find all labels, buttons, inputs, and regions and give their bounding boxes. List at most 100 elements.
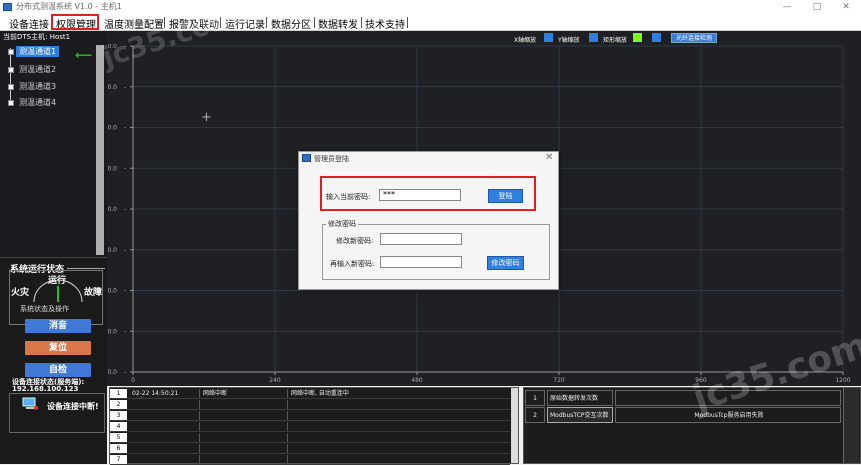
log-time xyxy=(132,455,200,464)
y-tick-label: 70.0 xyxy=(107,84,117,91)
checkbox-icon[interactable] xyxy=(8,83,14,90)
y-tick-label: 20.0 xyxy=(107,288,117,295)
rect-zoom-toggle[interactable] xyxy=(633,33,642,42)
channel-scrollbar[interactable] xyxy=(96,45,104,255)
y-tick-dash: - xyxy=(124,125,126,132)
channel-item-2[interactable]: 测温通道2 xyxy=(8,64,59,76)
title-bar xyxy=(0,0,861,14)
row-index: 1 xyxy=(525,390,545,406)
rect-zoom-label: 矩形缩放 xyxy=(603,37,628,44)
log-event xyxy=(203,433,288,442)
log-event xyxy=(203,444,288,453)
x-tick-label: 240 xyxy=(269,377,281,384)
login-button[interactable]: 登陆 xyxy=(488,189,523,203)
confirm-password-label: 再输入新密码: xyxy=(330,260,375,268)
channel-item-4[interactable]: 测温通道4 xyxy=(8,97,59,109)
dialog-title: 管理员登陆 xyxy=(314,155,349,163)
log-event xyxy=(203,422,288,431)
checkbox-icon[interactable] xyxy=(8,99,14,106)
log-detail xyxy=(291,411,506,420)
y-tick-dash: - xyxy=(124,247,126,254)
connection-status: 设备连接中断! xyxy=(47,402,99,411)
gauge-fault-label: 故障 xyxy=(84,288,103,298)
forward-name: 原始数据转发次数 xyxy=(547,390,613,406)
y-tick-dash: - xyxy=(124,369,126,376)
table-row[interactable]: 3 xyxy=(110,411,510,421)
log-scrollbar[interactable] xyxy=(511,388,518,463)
server-ip: 192.168.100.123 xyxy=(12,385,79,393)
log-time xyxy=(132,422,200,431)
mute-button[interactable]: 消音 xyxy=(25,319,91,333)
current-password-label: 输入当前密码: xyxy=(326,193,371,201)
x-tick-label: 1200 xyxy=(835,377,850,384)
menu-separator xyxy=(266,17,267,28)
current-password-input[interactable]: *** xyxy=(379,189,461,201)
new-password-input[interactable] xyxy=(380,233,462,245)
x-zoom-label: X轴缩放 xyxy=(514,37,537,44)
change-password-button[interactable]: 修改密码 xyxy=(487,256,524,270)
table-row[interactable]: 4 xyxy=(110,422,510,432)
log-detail xyxy=(291,444,506,453)
x-tick-label: 0 xyxy=(131,377,135,384)
y-tick-dash: - xyxy=(124,206,126,213)
y-tick-dash: - xyxy=(124,328,126,335)
selftest-button[interactable]: 自检 xyxy=(25,363,91,377)
table-row[interactable]: 2 xyxy=(110,400,510,410)
display-toggle[interactable] xyxy=(652,33,661,42)
checkbox-icon[interactable] xyxy=(8,66,14,73)
y-tick-label: 60.0 xyxy=(107,125,117,132)
table-row[interactable]: 1 02-22 14:50:21 网络中断 网络中断, 自动重连中 xyxy=(110,389,510,399)
maximize-button[interactable]: □ xyxy=(802,0,832,14)
y-zoom-toggle[interactable] xyxy=(589,33,598,42)
row-index: 7 xyxy=(110,455,127,464)
minimize-button[interactable]: — xyxy=(772,0,802,14)
channel-item-3[interactable]: 测温通道3 xyxy=(8,81,59,93)
y-tick-label: 40.0 xyxy=(107,206,117,213)
y-zoom-label: Y轴缩放 xyxy=(558,37,580,44)
gauge-fire-label: 火灾 xyxy=(11,288,30,298)
y-tick-label: 30.0 xyxy=(107,247,117,254)
forward-scrollbar[interactable] xyxy=(843,388,859,463)
menu-device-connect[interactable]: 设备连接 xyxy=(9,16,49,31)
log-time xyxy=(132,411,200,420)
log-detail xyxy=(291,455,506,464)
x-tick-label: 480 xyxy=(411,377,423,384)
row-index: 5 xyxy=(110,433,127,442)
checkbox-icon[interactable] xyxy=(8,48,14,55)
menu-tech-support[interactable]: 技术支持 xyxy=(365,16,405,31)
log-detail: 网络中断, 自动重连中 xyxy=(291,390,349,397)
window-title: 分布式测温系统 V1.0 - 主机1 xyxy=(16,2,122,11)
log-time xyxy=(132,444,200,453)
dialog-close-icon[interactable]: ✕ xyxy=(545,152,553,163)
fiber-detect-button[interactable]: 光纤连接检测 xyxy=(671,33,717,43)
y-tick-label: 10.0 xyxy=(107,328,117,335)
log-event xyxy=(203,400,288,409)
table-row[interactable]: 6 xyxy=(110,444,510,454)
y-tick-dash: - xyxy=(124,84,126,91)
x-tick-label: 720 xyxy=(553,377,565,384)
log-time xyxy=(132,433,200,442)
crosshair-icon: + xyxy=(201,110,212,125)
x-zoom-toggle[interactable] xyxy=(544,33,553,42)
menu-separator xyxy=(314,17,315,28)
log-event xyxy=(203,411,288,420)
arrow-left-icon: ⟵ xyxy=(75,48,93,62)
y-tick-dash: - xyxy=(124,288,126,295)
channel-item-1[interactable]: 测温通道1 xyxy=(8,46,60,58)
permission-highlight xyxy=(51,14,99,30)
log-detail xyxy=(291,400,506,409)
divider xyxy=(67,268,105,269)
row-index: 1 xyxy=(110,389,127,398)
menu-data-forward[interactable]: 数据转发 xyxy=(318,16,358,31)
app-icon xyxy=(302,154,311,162)
log-time: 02-22 14:50:21 xyxy=(132,389,200,398)
reset-button[interactable]: 复位 xyxy=(25,341,91,355)
menu-separator xyxy=(361,17,362,28)
gauge-run-label: 运行 xyxy=(48,276,67,286)
close-button[interactable]: ✕ xyxy=(831,0,861,14)
app-icon xyxy=(3,3,12,11)
table-row[interactable]: 5 xyxy=(110,433,510,443)
menu-data-partition[interactable]: 数据分区 xyxy=(271,16,311,31)
confirm-password-input[interactable] xyxy=(380,256,462,268)
row-index: 2 xyxy=(110,400,127,409)
